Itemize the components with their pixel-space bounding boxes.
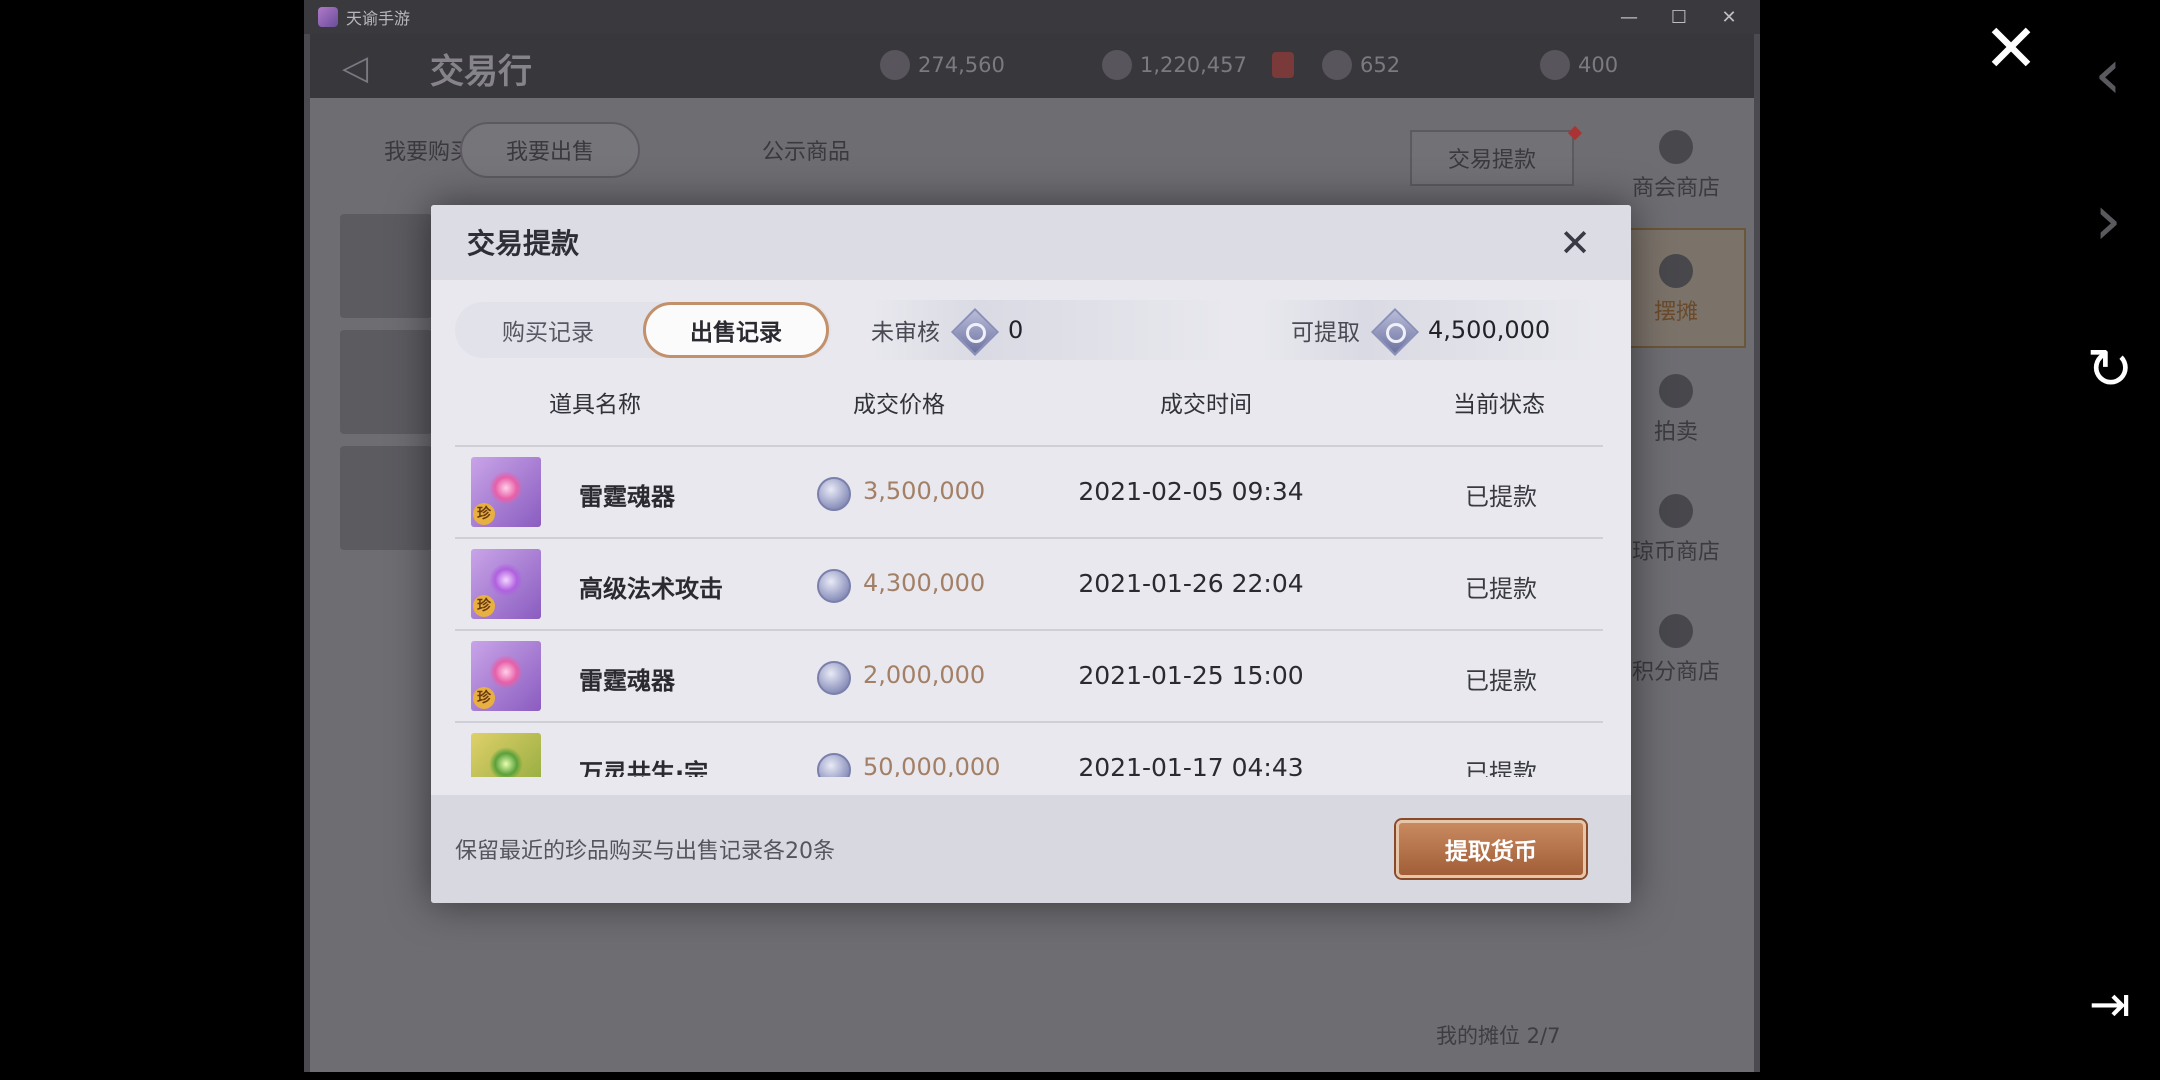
game-header: ◁ 交易行 274,560 1,220,457 652 400: [310, 34, 1754, 98]
currency-4: 400: [1540, 50, 1618, 80]
item-time: 2021-02-05 09:34: [1078, 477, 1304, 506]
item-time: 2021-01-17 04:43: [1078, 753, 1304, 777]
cart-icon: [1659, 614, 1693, 648]
table-row[interactable]: 万灵共生·宗 50,000,000 2021-01-17 04:43 已提款: [455, 721, 1603, 777]
column-time: 成交时间: [1160, 392, 1252, 418]
currency-2: 1,220,457: [1102, 50, 1247, 80]
window-close-button[interactable]: ✕: [1704, 0, 1754, 34]
item-price: 4,300,000: [863, 569, 986, 597]
item-status: 已提款: [1465, 759, 1537, 777]
dialog-close-button[interactable]: ✕: [1555, 223, 1595, 263]
coin-icon: [1659, 494, 1693, 528]
window-title: 天谕手游: [346, 9, 411, 28]
column-status: 当前状态: [1453, 392, 1545, 418]
soul-weapon-icon: 珍: [471, 457, 541, 527]
table-row[interactable]: 珍 高级法术攻击 4,300,000 2021-01-26 22:04 已提款: [455, 537, 1603, 629]
coin-currency-icon: [1102, 50, 1132, 80]
tab-buy[interactable]: 我要购买: [384, 134, 472, 166]
pending-value: 0: [1008, 316, 1024, 344]
item-status: 已提款: [1465, 667, 1537, 695]
currency-3: 652: [1322, 50, 1400, 80]
gem-currency-icon: [952, 309, 994, 351]
maximize-button[interactable]: ☐: [1654, 0, 1704, 34]
pending-label: 未审核: [871, 320, 940, 346]
stall-icon: [1659, 254, 1693, 288]
soul-weapon-icon: 珍: [471, 641, 541, 711]
shop-icon: [1659, 130, 1693, 164]
rare-badge: 珍: [473, 595, 495, 617]
record-tabs: 购买记录 出售记录: [455, 302, 831, 358]
item-price: 3,500,000: [863, 477, 986, 505]
trade-withdraw-button[interactable]: 交易提款: [1410, 130, 1574, 186]
gold-currency-icon: [1540, 50, 1570, 80]
dialog-header: 交易提款 ✕: [431, 205, 1631, 280]
game-page-title: 交易行: [430, 52, 532, 92]
item-status: 已提款: [1465, 575, 1537, 603]
scroll-icon: 珍: [471, 549, 541, 619]
pending-balance: 未审核 0: [871, 300, 1231, 360]
book-icon: [471, 733, 541, 777]
item-name: 万灵共生·宗: [579, 759, 709, 777]
column-item-name: 道具名称: [549, 392, 641, 418]
item-time: 2021-01-26 22:04: [1078, 569, 1304, 598]
forward-icon[interactable]: ›: [2088, 185, 2128, 255]
item-slot[interactable]: [340, 446, 432, 550]
refresh-icon[interactable]: ↻: [2080, 340, 2140, 400]
screen: 天谕手游 — ☐ ✕ ◁ 交易行 274,560 1,220,457 652 4…: [0, 0, 2160, 1080]
gavel-icon: [1659, 374, 1693, 408]
item-status: 已提款: [1465, 483, 1537, 511]
item-price: 2,000,000: [863, 661, 986, 689]
tab-purchase-records[interactable]: 购买记录: [455, 302, 641, 358]
tab-sell[interactable]: 我要出售: [460, 122, 641, 178]
rare-badge: 珍: [473, 687, 495, 709]
withdraw-dialog: 交易提款 ✕ 购买记录 出售记录 未审核 0 可提取 4,500,000 道具名…: [431, 205, 1631, 903]
back-arrow-icon[interactable]: ◁: [342, 48, 368, 88]
silver-coin-icon: [817, 569, 851, 603]
item-name: 高级法术攻击: [579, 575, 723, 603]
my-stall-count: 我的摊位 2/7: [1436, 1024, 1561, 1048]
exit-icon[interactable]: ⇥: [2080, 974, 2140, 1034]
tab-public[interactable]: 公示商品: [762, 134, 850, 166]
item-name: 雷霆魂器: [579, 667, 675, 695]
jade-currency-icon: [1322, 50, 1352, 80]
table-row[interactable]: 珍 雷霆魂器 3,500,000 2021-02-05 09:34 已提款: [455, 445, 1603, 537]
available-balance: 可提取 4,500,000: [1261, 300, 1601, 360]
item-name: 雷霆魂器: [579, 483, 675, 511]
currency-1: 274,560: [880, 50, 1005, 80]
records-list[interactable]: 珍 雷霆魂器 3,500,000 2021-02-05 09:34 已提款 珍 …: [455, 445, 1603, 777]
back-icon[interactable]: ‹: [2088, 39, 2128, 109]
item-price: 50,000,000: [863, 753, 1001, 777]
dialog-footer: 保留最近的珍品购买与出售记录各20条 提取货币: [431, 795, 1631, 903]
silver-coin-icon: [817, 477, 851, 511]
window-titlebar: 天谕手游 — ☐ ✕: [304, 0, 1760, 34]
available-value: 4,500,000: [1428, 316, 1551, 344]
item-slot[interactable]: [340, 214, 432, 318]
silver-coin-icon: [817, 753, 851, 777]
silver-coin-icon: [817, 661, 851, 695]
feather-currency-icon: [880, 50, 910, 80]
gem-currency-icon: [1372, 309, 1414, 351]
lock-icon: [1272, 52, 1294, 78]
available-label: 可提取: [1291, 320, 1360, 346]
table-row[interactable]: 珍 雷霆魂器 2,000,000 2021-01-25 15:00 已提款: [455, 629, 1603, 721]
rare-badge: 珍: [473, 503, 495, 525]
withdraw-currency-button[interactable]: 提取货币: [1396, 820, 1586, 878]
tab-sale-records[interactable]: 出售记录: [643, 302, 829, 358]
minimize-button[interactable]: —: [1604, 0, 1654, 34]
nav-guild-shop[interactable]: 商会商店: [1606, 130, 1746, 202]
column-price: 成交价格: [853, 392, 945, 418]
emulator-close-icon[interactable]: ✕: [1976, 14, 2046, 84]
app-icon: [318, 7, 338, 27]
item-time: 2021-01-25 15:00: [1078, 661, 1304, 690]
retention-note: 保留最近的珍品购买与出售记录各20条: [455, 839, 835, 864]
item-slot[interactable]: [340, 330, 432, 434]
dialog-title: 交易提款: [467, 227, 580, 260]
